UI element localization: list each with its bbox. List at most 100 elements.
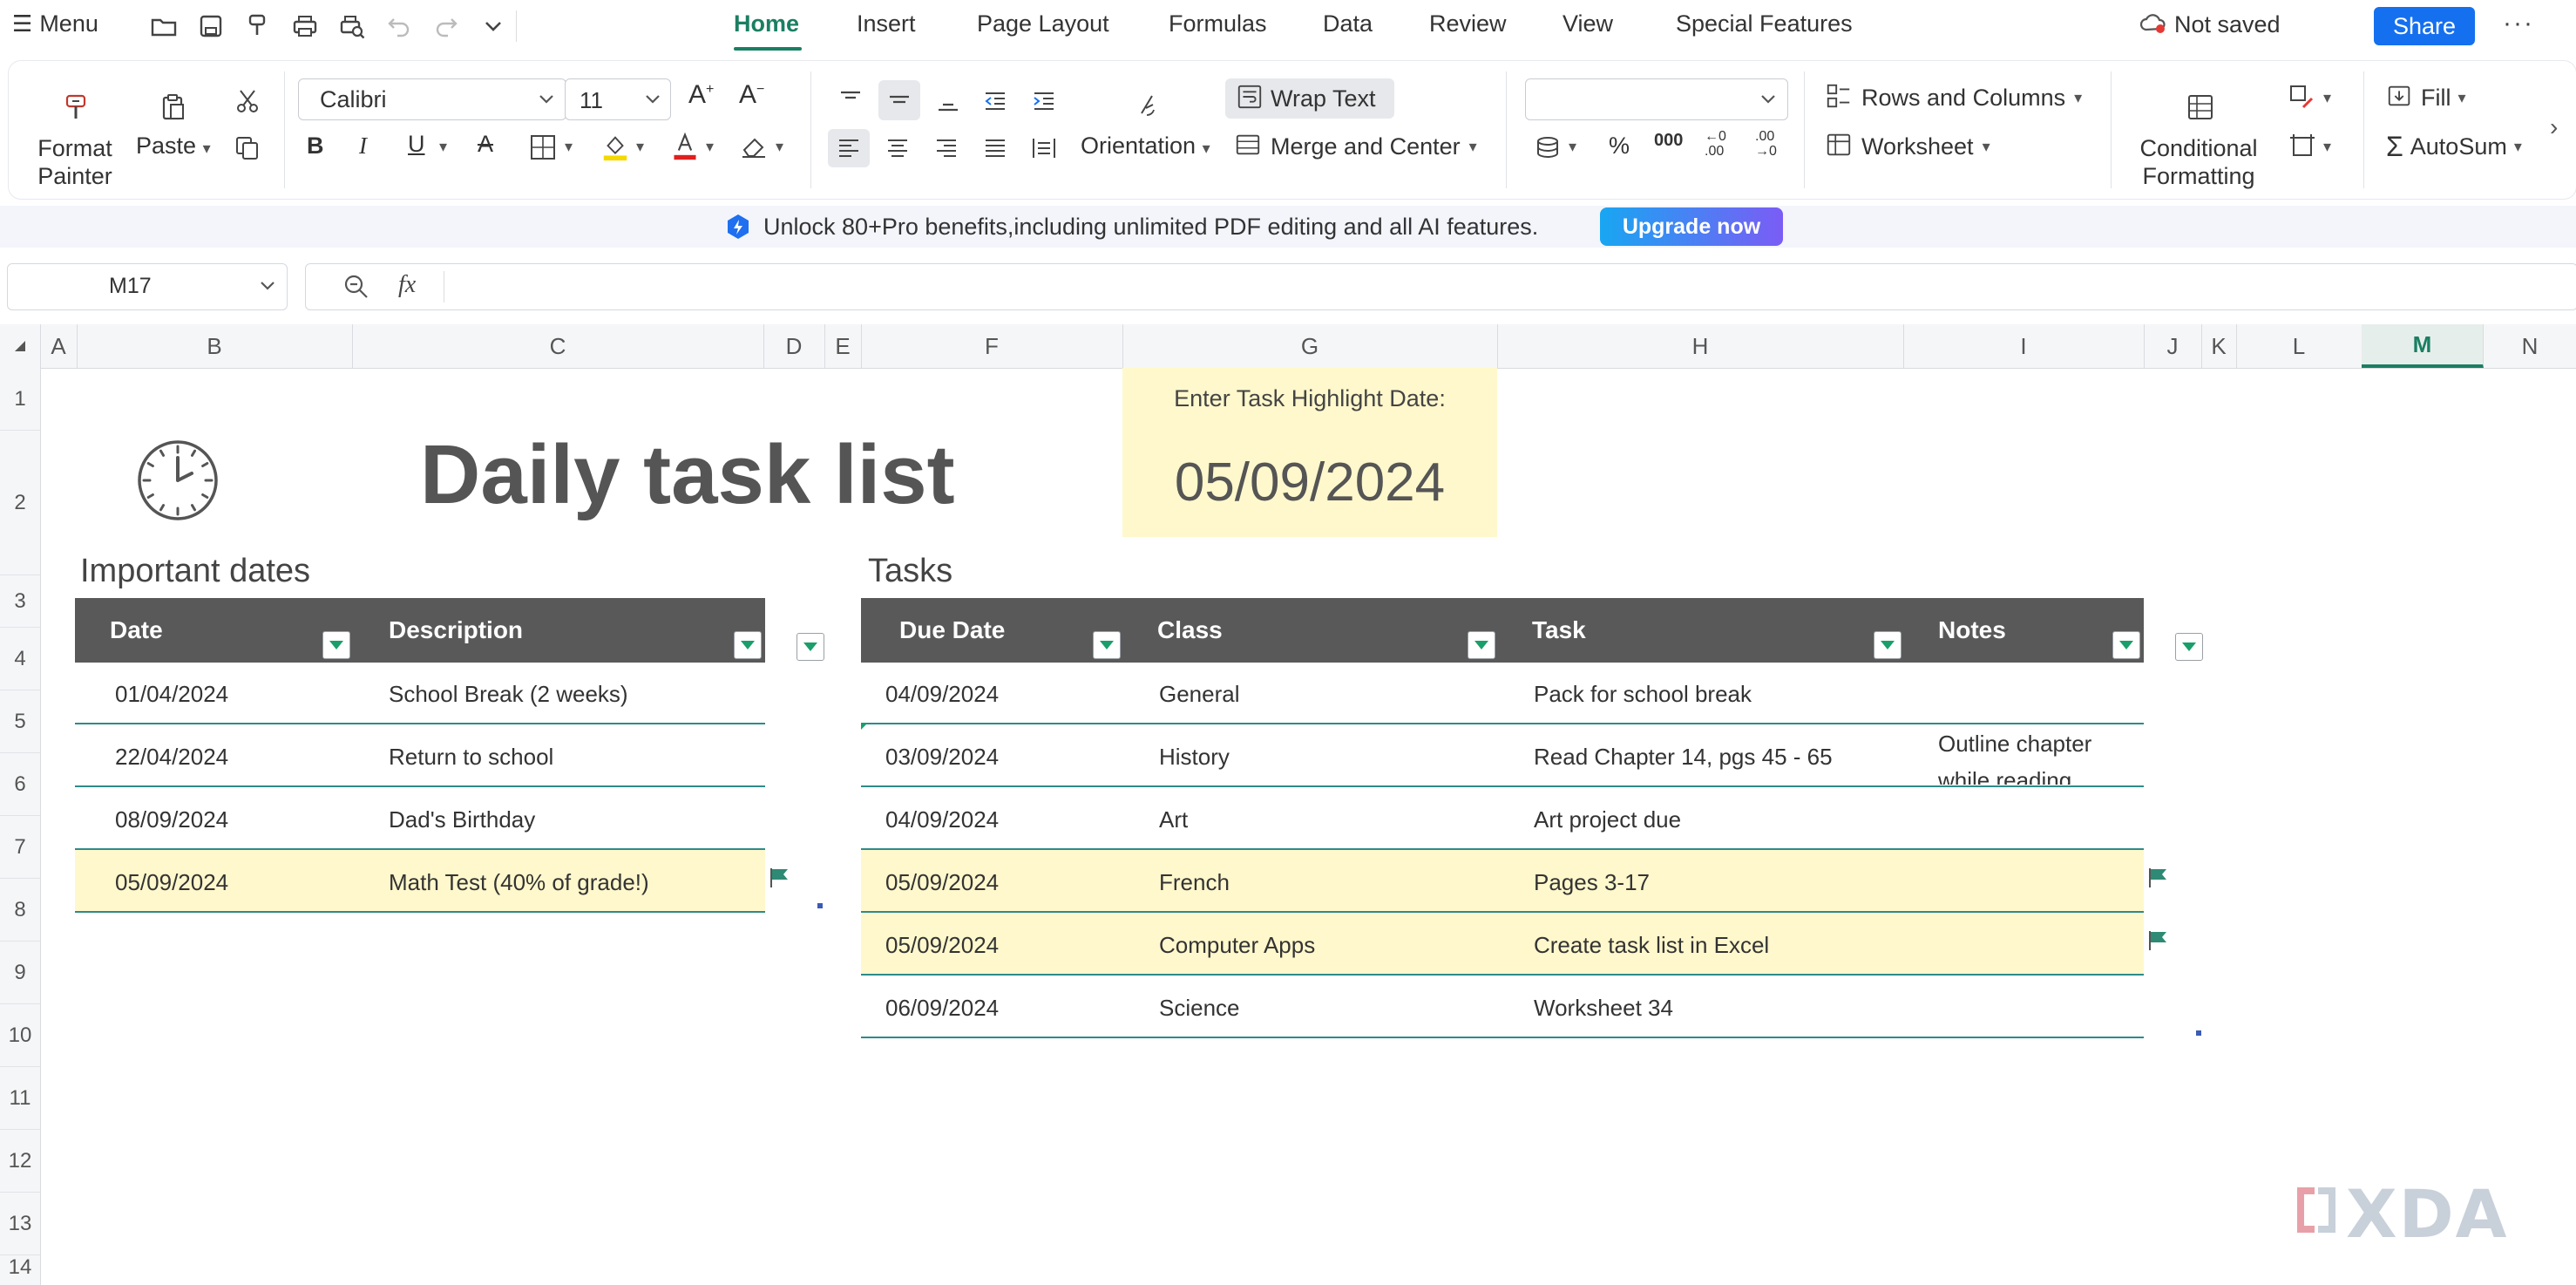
column-header-a[interactable]: A [40,324,78,368]
orientation-icon[interactable] [1129,85,1169,126]
autosum-button[interactable]: Σ AutoSum ▾ [2386,131,2522,163]
worksheet-button[interactable]: Worksheet ▾ [1825,131,1990,163]
merge-center-button[interactable]: Merge and Center ▾ [1234,131,1477,163]
table-resize-handle[interactable] [817,903,823,908]
wrap-text-button[interactable]: Wrap Text [1225,78,1394,119]
save-icon[interactable] [193,9,228,44]
row-header-10[interactable]: 10 [0,1004,40,1067]
column-header-f[interactable]: F [861,324,1123,368]
tab-page-layout[interactable]: Page Layout [977,10,1109,37]
font-size-dropdown[interactable]: 11 [565,78,671,120]
column-header-m[interactable]: M [2362,324,2484,368]
clear-format-icon[interactable] [739,133,769,162]
row-header-7[interactable]: 7 [0,816,40,879]
align-top-icon[interactable] [833,84,868,119]
date-cell[interactable]: 08/09/2024 [115,788,228,851]
tab-data[interactable]: Data [1323,10,1373,37]
decrease-indent-icon[interactable] [978,84,1013,119]
column-header-n[interactable]: N [2484,324,2576,368]
format-painter-quick-icon[interactable] [241,9,275,44]
column-header-b[interactable]: B [77,324,353,368]
due-date-cell[interactable]: 04/09/2024 [885,788,999,851]
date-cell[interactable]: 01/04/2024 [115,663,228,725]
filter-class-button[interactable] [1468,631,1495,659]
align-middle-icon[interactable] [878,80,920,120]
row-header-2[interactable]: 2 [0,431,40,575]
align-center-icon[interactable] [880,131,915,166]
increase-font-size-icon[interactable]: A+ [688,80,714,110]
filter-notes-button[interactable] [2112,631,2140,659]
row-header-13[interactable]: 13 [0,1193,40,1255]
row-header-6[interactable]: 6 [0,753,40,816]
class-cell[interactable]: Science [1159,976,1240,1039]
filter-column-k-button[interactable] [2175,633,2203,661]
column-header-d[interactable]: D [763,324,825,368]
description-cell[interactable]: School Break (2 weeks) [389,663,628,725]
undo-icon[interactable] [382,9,417,44]
description-cell[interactable]: Math Test (40% of grade!) [389,851,649,914]
paste-icon[interactable] [153,87,193,127]
fill-color-chevron-icon[interactable]: ▾ [636,138,644,156]
upgrade-now-button[interactable]: Upgrade now [1600,207,1783,246]
row-header-4[interactable]: 4 [0,628,40,690]
font-color-icon[interactable] [669,129,701,164]
tab-home[interactable]: Home [734,10,799,37]
column-header-j[interactable]: J [2144,324,2202,368]
column-header-e[interactable]: E [824,324,862,368]
currency-chevron-icon[interactable]: ▾ [1569,138,1576,156]
filter-task-button[interactable] [1874,631,1901,659]
decrease-font-size-icon[interactable]: A− [739,80,764,110]
date-cell[interactable]: 05/09/2024 [115,851,228,914]
conditional-formatting-button[interactable]: Conditional Formatting [2133,134,2264,190]
description-cell[interactable]: Dad's Birthday [389,788,535,851]
redo-icon[interactable] [429,9,464,44]
due-date-cell[interactable]: 03/09/2024 [885,725,999,788]
column-header-g[interactable]: G [1122,324,1498,368]
align-left-icon[interactable] [828,129,870,167]
zoom-formula-icon[interactable] [342,273,370,305]
column-header-i[interactable]: I [1903,324,2145,368]
fill-color-icon[interactable] [600,131,631,164]
print-icon[interactable] [288,9,322,44]
class-cell[interactable]: Art [1159,788,1188,851]
more-options-icon[interactable]: ··· [2503,9,2534,38]
highlight-date-box[interactable]: Enter Task Highlight Date: 05/09/2024 [1122,368,1497,537]
notes-cell[interactable]: Outline chapter while reading [1938,725,2140,785]
filter-due-date-button[interactable] [1093,631,1121,659]
tab-view[interactable]: View [1563,10,1613,37]
name-box[interactable]: M17 [7,263,288,310]
paste-button[interactable]: Paste ▾ [136,133,211,160]
cell-style-chevron-icon[interactable]: ▾ [2323,89,2331,107]
fx-icon[interactable]: fx [398,271,416,299]
tab-formulas[interactable]: Formulas [1169,10,1267,37]
open-folder-icon[interactable] [146,9,181,44]
row-header-3[interactable]: 3 [0,575,40,628]
align-bottom-icon[interactable] [931,84,966,119]
column-header-c[interactable]: C [352,324,764,368]
tab-review[interactable]: Review [1429,10,1507,37]
font-color-chevron-icon[interactable]: ▾ [706,138,714,156]
highlight-date[interactable]: 05/09/2024 [1122,452,1497,513]
select-all-corner[interactable] [0,324,41,368]
row-header-5[interactable]: 5 [0,690,40,753]
print-preview-icon[interactable] [335,9,369,44]
format-cells-icon[interactable] [2287,131,2318,162]
copy-icon[interactable] [230,131,265,166]
row-header-14[interactable]: 14 [0,1255,40,1285]
menu-button[interactable]: ☰ Menu [12,10,98,37]
filter-column-d-button[interactable] [797,633,824,661]
task-cell[interactable]: Read Chapter 14, pgs 45 - 65 [1534,725,1833,788]
row-header-8[interactable]: 8 [0,879,40,942]
customize-chevron-icon[interactable] [476,9,511,44]
task-cell[interactable]: Pack for school break [1534,663,1752,725]
underline-icon[interactable]: U [408,131,425,158]
task-cell[interactable]: Art project due [1534,788,1681,851]
task-cell[interactable]: Create task list in Excel [1534,914,1769,976]
distributed-align-icon[interactable] [1027,131,1061,166]
task-cell[interactable]: Pages 3-17 [1534,851,1650,914]
class-cell[interactable]: History [1159,725,1230,788]
align-right-icon[interactable] [929,131,964,166]
strikethrough-icon[interactable]: A [478,131,493,158]
tab-special-features[interactable]: Special Features [1676,10,1853,37]
due-date-cell[interactable]: 06/09/2024 [885,976,999,1039]
